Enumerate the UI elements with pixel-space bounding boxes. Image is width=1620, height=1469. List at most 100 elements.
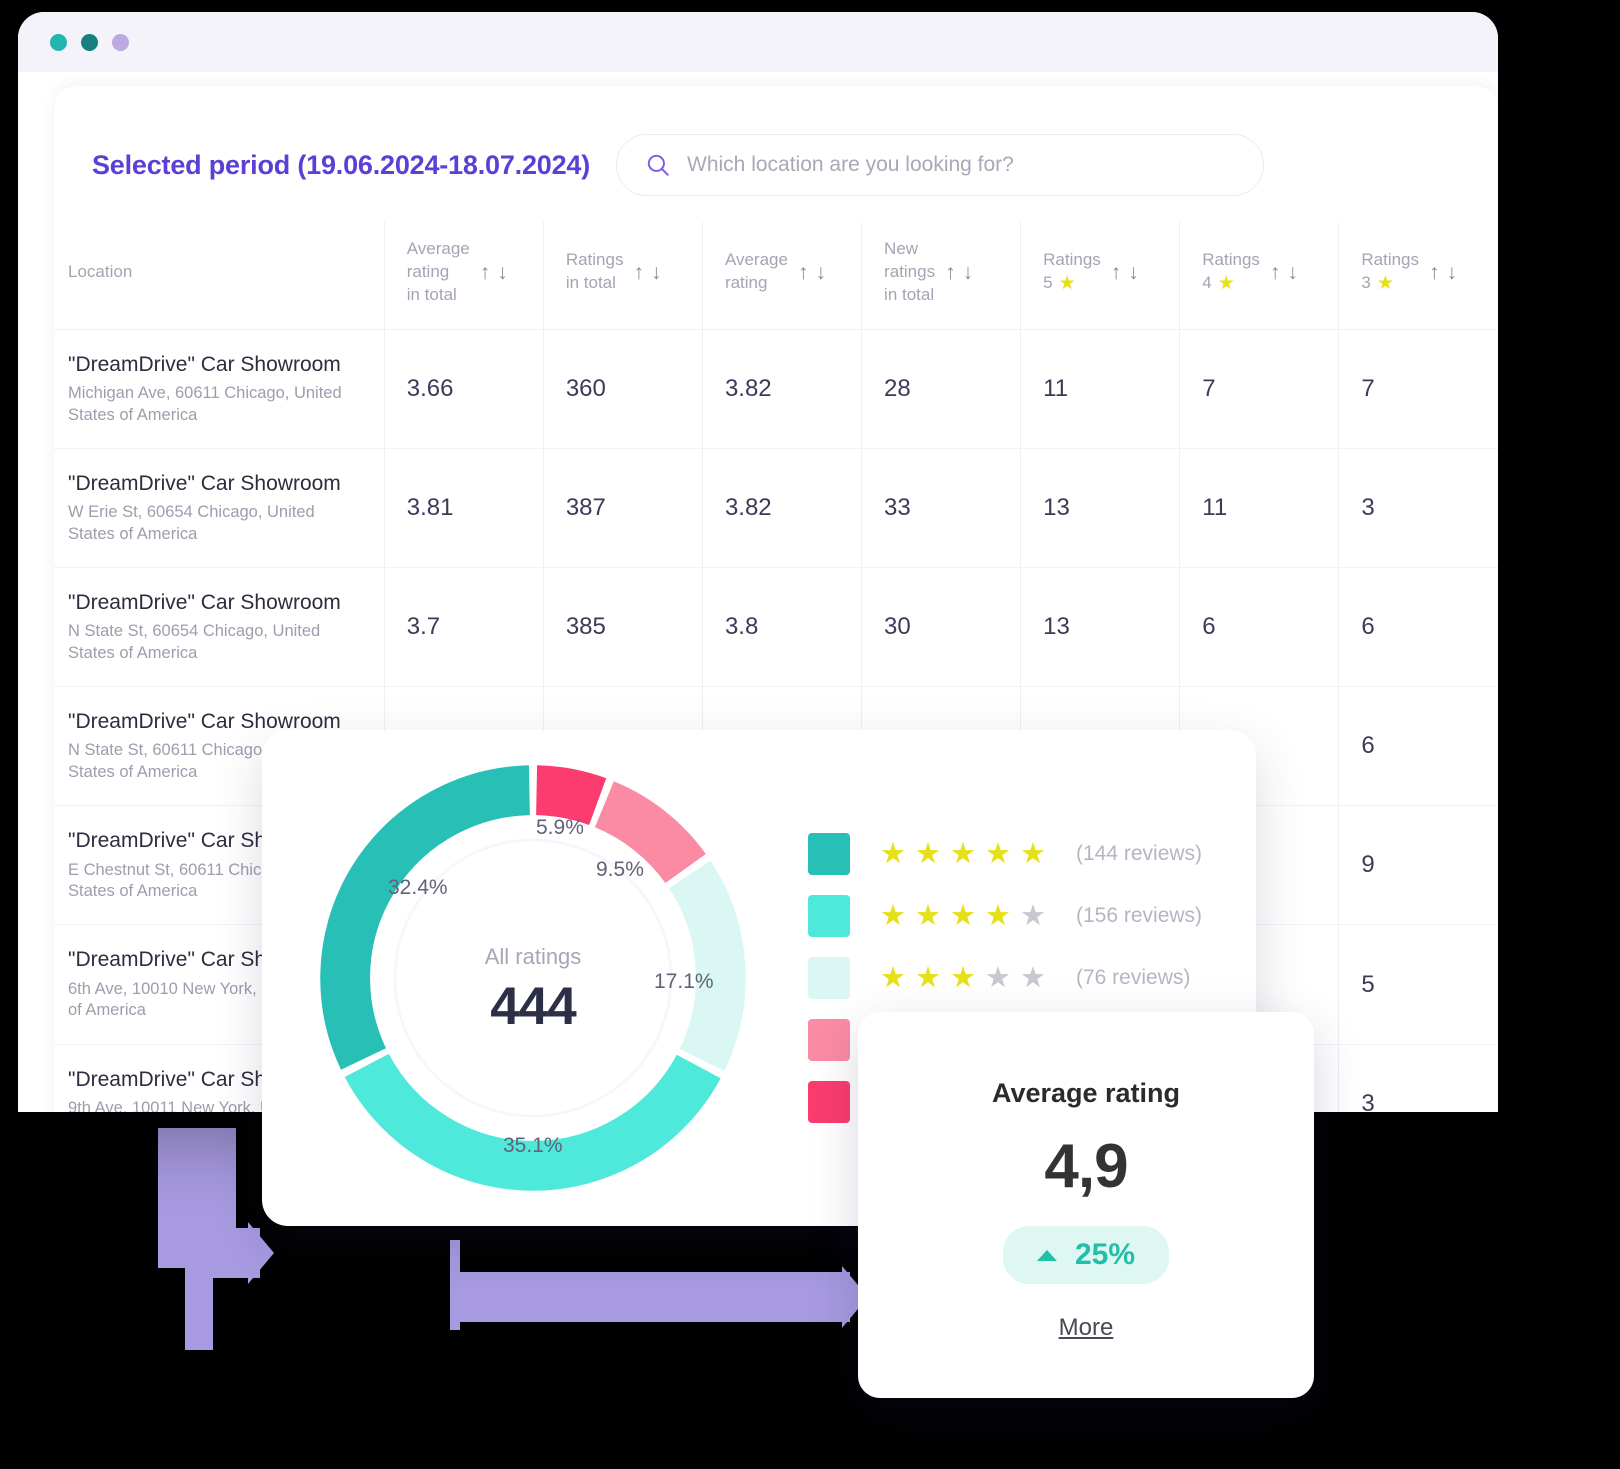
decorative-arrow-head-1 bbox=[248, 1222, 274, 1284]
table-header-row: Location Average rating in total ↑ ↓ Rat… bbox=[54, 222, 1498, 330]
page-title: Selected period (19.06.2024-18.07.2024) bbox=[92, 149, 591, 180]
legend-review-count: (144 reviews) bbox=[1076, 842, 1203, 865]
star-icon: ★ bbox=[950, 961, 976, 994]
location-address: Michigan Ave, 60611 Chicago, United Stat… bbox=[68, 384, 342, 424]
column-label-ratings: Ratings bbox=[1361, 250, 1420, 270]
star-level-value: 3 bbox=[1361, 273, 1371, 293]
sort-desc-icon[interactable]: ↓ bbox=[651, 262, 662, 283]
sort-desc-icon[interactable]: ↓ bbox=[1287, 262, 1298, 283]
legend-color-swatch bbox=[808, 895, 850, 937]
legend-item[interactable]: ★ ★ ★ ★ ★ (144 reviews) bbox=[808, 833, 1202, 875]
sort-desc-icon[interactable]: ↓ bbox=[963, 262, 974, 283]
location-name: "DreamDrive" Car Showroom bbox=[68, 591, 341, 615]
cell-location: "DreamDrive" Car Showroom N State St, 606… bbox=[54, 567, 385, 688]
cell-location: "DreamDrive" Car Showroom Michigan Ave, 6… bbox=[54, 329, 385, 449]
column-header-ratings-total[interactable]: Ratings in total ↑ ↓ bbox=[542, 222, 703, 330]
window-minimize-dot[interactable] bbox=[81, 33, 98, 51]
star-icon: ★ bbox=[915, 899, 941, 932]
location-address: W Erie St, 60654 Chicago, United States … bbox=[68, 503, 315, 543]
cell-avg-total: 3.81 bbox=[383, 448, 544, 569]
column-label-ratings: Ratings bbox=[1043, 250, 1101, 270]
location-address: N State St, 60654 Chicago, United States… bbox=[68, 622, 321, 662]
average-rating-value: 4,9 bbox=[1044, 1132, 1128, 1201]
sort-desc-icon[interactable]: ↓ bbox=[1447, 262, 1458, 283]
star-icon: ★ bbox=[880, 961, 906, 994]
sort-desc-icon[interactable]: ↓ bbox=[815, 262, 826, 283]
column-header-new-ratings-total[interactable]: New ratings in total ↑ ↓ bbox=[861, 222, 1021, 330]
star-icon: ★ bbox=[1020, 899, 1046, 932]
average-rating-delta-badge: 25% bbox=[1002, 1226, 1170, 1284]
column-header-ratings-5-star[interactable]: Ratings 5 ★ ↑ ↓ bbox=[1020, 222, 1180, 330]
star-icon: ★ bbox=[1217, 273, 1235, 295]
donut-label-2-star: 9.5% bbox=[596, 858, 644, 881]
donut-slice-5-stars[interactable] bbox=[320, 765, 531, 1070]
star-icon: ★ bbox=[880, 837, 906, 870]
sort-asc-icon[interactable]: ↑ bbox=[1270, 262, 1281, 283]
cell-avg-total: 3.66 bbox=[383, 329, 544, 449]
search-icon bbox=[647, 154, 669, 176]
column-header-avg-rating[interactable]: Average rating ↑ ↓ bbox=[701, 222, 862, 330]
more-link[interactable]: More bbox=[1059, 1314, 1114, 1342]
star-icon: ★ bbox=[985, 961, 1011, 994]
legend-color-swatch bbox=[808, 957, 850, 999]
cell-r5: 13 bbox=[1020, 567, 1180, 688]
sort-asc-icon[interactable]: ↑ bbox=[1429, 262, 1440, 283]
legend-review-count: (156 reviews) bbox=[1076, 904, 1203, 927]
sort-asc-icon[interactable]: ↑ bbox=[633, 262, 644, 283]
sort-asc-icon[interactable]: ↑ bbox=[480, 262, 491, 283]
window-titlebar bbox=[18, 12, 1498, 72]
screenshot-stage: Selected period (19.06.2024-18.07.2024) bbox=[0, 0, 1620, 1469]
average-rating-delta: 25% bbox=[1074, 1238, 1136, 1271]
donut-chart: All ratings 444 32.4% 35.1% 17.1% 9.5% 5… bbox=[298, 748, 768, 1208]
average-rating-title: Average rating bbox=[991, 1078, 1181, 1108]
column-label-ratings: Ratings bbox=[1202, 250, 1260, 270]
star-icon: ★ bbox=[915, 961, 941, 994]
table-row[interactable]: "DreamDrive" Car Showroom Michigan Ave, 6… bbox=[54, 329, 1498, 449]
trend-up-icon bbox=[1036, 1249, 1057, 1261]
star-icon: ★ bbox=[1058, 273, 1076, 295]
legend-item[interactable]: ★ ★ ★ ★ ★ (156 reviews) bbox=[808, 895, 1202, 937]
star-level-value: 4 bbox=[1202, 273, 1212, 293]
cell-rat-total: 360 bbox=[542, 329, 703, 449]
sort-asc-icon[interactable]: ↑ bbox=[945, 262, 956, 283]
average-rating-card: Average rating 4,9 25% More bbox=[858, 1012, 1314, 1398]
legend-star-rating: ★ ★ ★ ★ ★ bbox=[880, 899, 1046, 932]
sort-desc-icon[interactable]: ↓ bbox=[497, 262, 508, 283]
donut-slice-3-stars[interactable] bbox=[668, 860, 746, 1071]
cell-r3: 6 bbox=[1338, 686, 1498, 807]
cell-avg-total: 3.7 bbox=[383, 567, 544, 688]
window-maximize-dot[interactable] bbox=[112, 33, 129, 51]
search-input[interactable] bbox=[687, 153, 1236, 177]
star-icon: ★ bbox=[1020, 961, 1046, 994]
cell-rat-total: 387 bbox=[542, 448, 703, 569]
sort-desc-icon[interactable]: ↓ bbox=[1128, 262, 1139, 283]
column-label-location: Location bbox=[68, 261, 133, 281]
star-icon: ★ bbox=[950, 899, 976, 932]
star-icon: ★ bbox=[1376, 273, 1394, 295]
donut-slice-1-star[interactable] bbox=[535, 765, 607, 826]
cell-r3: 3 bbox=[1338, 448, 1498, 569]
cell-r4: 11 bbox=[1179, 448, 1339, 569]
cell-avg: 3.8 bbox=[701, 567, 862, 688]
legend-color-swatch bbox=[808, 1081, 850, 1123]
column-header-ratings-4-star[interactable]: Ratings 4 ★ ↑ ↓ bbox=[1179, 222, 1339, 330]
donut-label-3-star: 17.1% bbox=[654, 970, 714, 993]
window-close-dot[interactable] bbox=[50, 33, 67, 51]
cell-r4: 7 bbox=[1179, 329, 1339, 449]
table-row[interactable]: "DreamDrive" Car Showroom W Erie St, 6065… bbox=[54, 448, 1498, 569]
cell-r3: 6 bbox=[1338, 567, 1498, 688]
dashboard-topbar: Selected period (19.06.2024-18.07.2024) bbox=[54, 130, 1498, 200]
star-level-value: 5 bbox=[1043, 273, 1053, 293]
cell-r3: 9 bbox=[1338, 805, 1498, 926]
star-icon: ★ bbox=[950, 837, 976, 870]
cell-avg: 3.82 bbox=[701, 329, 862, 449]
column-header-ratings-3-star[interactable]: Ratings 3 ★ ↑ ↓ bbox=[1338, 222, 1498, 330]
star-icon: ★ bbox=[915, 837, 941, 870]
sort-asc-icon[interactable]: ↑ bbox=[798, 262, 809, 283]
legend-item[interactable]: ★ ★ ★ ★ ★ (76 reviews) bbox=[808, 957, 1202, 999]
column-header-avg-rating-total[interactable]: Average rating in total ↑ ↓ bbox=[383, 222, 544, 330]
table-row[interactable]: "DreamDrive" Car Showroom N State St, 606… bbox=[54, 567, 1498, 688]
sort-asc-icon[interactable]: ↑ bbox=[1111, 262, 1122, 283]
cell-avg: 3.82 bbox=[701, 448, 862, 569]
search-box[interactable] bbox=[616, 134, 1265, 196]
